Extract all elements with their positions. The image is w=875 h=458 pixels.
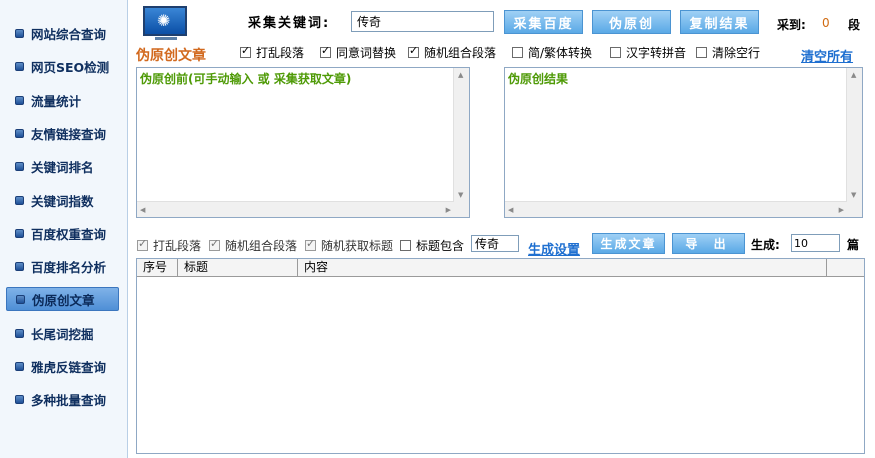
source-article-placeholder: 伪原创前(可手动输入 或 采集获取文章) bbox=[140, 72, 352, 86]
sidebar-item-baidu-weight[interactable]: 百度权重查询 bbox=[6, 221, 119, 245]
checkbox[interactable] bbox=[512, 47, 523, 58]
scroll-down-icon[interactable]: ▼ bbox=[458, 190, 463, 200]
bullet-icon bbox=[15, 28, 24, 38]
bullet-icon bbox=[15, 361, 24, 371]
horizontal-scrollbar[interactable]: ◀ ▶ bbox=[137, 201, 454, 217]
scroll-left-icon[interactable]: ◀ bbox=[508, 205, 513, 215]
gen-option-random-combine[interactable]: 随机组合段落 bbox=[209, 237, 297, 254]
checkbox[interactable] bbox=[696, 47, 707, 58]
sidebar-item-label: 关键词排名 bbox=[31, 159, 94, 175]
bullet-icon bbox=[15, 328, 24, 338]
gen-option-shuffle-paragraphs[interactable]: 打乱段落 bbox=[137, 237, 201, 254]
generate-count-unit: 篇 bbox=[847, 238, 860, 252]
sidebar-item-label: 关键词指数 bbox=[31, 193, 94, 209]
checkbox[interactable] bbox=[240, 44, 251, 58]
section-title: 伪原创文章 bbox=[136, 48, 206, 64]
option-traditional-convert[interactable]: 简/繁体转换 bbox=[512, 44, 592, 61]
checkbox[interactable] bbox=[305, 237, 316, 251]
collect-baidu-button[interactable]: 采集百度 bbox=[504, 10, 583, 34]
main-panel: ✺ 采集关键词: 采集百度 伪原创 复制结果 采到: 0 段 伪原创文章 打乱段… bbox=[128, 0, 875, 458]
bullet-icon bbox=[15, 95, 24, 105]
keyword-input[interactable] bbox=[351, 11, 494, 32]
sidebar-item-site-overview[interactable]: 网站综合查询 bbox=[6, 21, 119, 45]
bullet-icon bbox=[15, 128, 24, 138]
option-shuffle-paragraphs[interactable]: 打乱段落 bbox=[240, 44, 304, 61]
scroll-right-icon[interactable]: ▶ bbox=[839, 205, 844, 215]
title-contains-input[interactable] bbox=[471, 235, 519, 252]
option-random-combine[interactable]: 随机组合段落 bbox=[408, 44, 496, 61]
scroll-right-icon[interactable]: ▶ bbox=[446, 205, 451, 215]
sidebar-item-friend-links[interactable]: 友情链接查询 bbox=[6, 121, 119, 145]
sidebar-item-pseudo-article[interactable]: 伪原创文章 bbox=[6, 287, 119, 311]
sidebar-item-label: 网站综合查询 bbox=[31, 26, 107, 42]
sidebar-item-seo-check[interactable]: 网页SEO检测 bbox=[6, 54, 119, 78]
generate-article-button[interactable]: 生成文章 bbox=[592, 233, 665, 254]
result-article-textarea[interactable]: 伪原创结果 ▲ ▼ ◀ ▶ bbox=[504, 67, 863, 218]
column-header-index[interactable]: 序号 bbox=[137, 259, 178, 276]
gen-option-random-title[interactable]: 随机获取标题 bbox=[305, 237, 393, 254]
bullet-icon bbox=[15, 61, 24, 71]
bullet-icon bbox=[15, 261, 24, 271]
vertical-scrollbar[interactable]: ▲ ▼ bbox=[453, 68, 469, 202]
export-button[interactable]: 导 出 bbox=[672, 233, 745, 254]
sidebar-item-label: 流量统计 bbox=[31, 93, 82, 109]
generate-settings-link[interactable]: 生成设置 bbox=[528, 239, 580, 258]
column-header-title[interactable]: 标题 bbox=[178, 259, 298, 276]
clear-all-link[interactable]: 清空所有 bbox=[801, 46, 853, 65]
collected-count: 0 bbox=[822, 16, 830, 30]
scroll-up-icon[interactable]: ▲ bbox=[458, 70, 463, 80]
column-header-content[interactable]: 内容 bbox=[298, 259, 827, 276]
sidebar-item-label: 百度排名分析 bbox=[31, 259, 107, 275]
generate-count-label: 生成: bbox=[751, 238, 780, 252]
generate-count-input[interactable] bbox=[791, 234, 840, 252]
sidebar-item-label: 雅虎反链查询 bbox=[31, 359, 107, 375]
scroll-left-icon[interactable]: ◀ bbox=[140, 205, 145, 215]
bullet-icon bbox=[15, 195, 24, 205]
checkbox[interactable] bbox=[408, 44, 419, 58]
checkbox[interactable] bbox=[137, 237, 148, 251]
sidebar-item-keyword-rank[interactable]: 关键词排名 bbox=[6, 154, 119, 178]
bullet-icon bbox=[16, 294, 25, 304]
monitor-icon: ✺ bbox=[143, 6, 187, 40]
checkbox[interactable] bbox=[400, 240, 411, 251]
bullet-icon bbox=[15, 161, 24, 171]
bullet-icon bbox=[15, 394, 24, 404]
pseudo-original-button[interactable]: 伪原创 bbox=[592, 10, 671, 34]
scroll-up-icon[interactable]: ▲ bbox=[851, 70, 856, 80]
option-synonym-replace[interactable]: 同意词替换 bbox=[320, 44, 396, 61]
sidebar-item-traffic-stats[interactable]: 流量统计 bbox=[6, 88, 119, 112]
horizontal-scrollbar[interactable]: ◀ ▶ bbox=[505, 201, 847, 217]
vertical-scrollbar[interactable]: ▲ ▼ bbox=[846, 68, 862, 202]
sidebar-item-keyword-index[interactable]: 关键词指数 bbox=[6, 188, 119, 212]
sidebar-item-yahoo-backlinks[interactable]: 雅虎反链查询 bbox=[6, 354, 119, 378]
sidebar-item-baidu-rank-analysis[interactable]: 百度排名分析 bbox=[6, 254, 119, 278]
sidebar: 网站综合查询 网页SEO检测 流量统计 友情链接查询 关键词排名 关键词指数 百… bbox=[0, 0, 128, 458]
collected-unit: 段 bbox=[848, 18, 861, 32]
option-pinyin-convert[interactable]: 汉字转拼音 bbox=[610, 44, 686, 61]
sidebar-item-label: 友情链接查询 bbox=[31, 126, 107, 142]
checkbox[interactable] bbox=[209, 237, 220, 251]
table-header: 序号 标题 内容 bbox=[137, 259, 864, 277]
keyword-label: 采集关键词: bbox=[248, 16, 331, 31]
sidebar-item-label: 百度权重查询 bbox=[31, 226, 107, 242]
scroll-down-icon[interactable]: ▼ bbox=[851, 190, 856, 200]
source-article-textarea[interactable]: 伪原创前(可手动输入 或 采集获取文章) ▲ ▼ ◀ ▶ bbox=[136, 67, 470, 218]
copy-result-button[interactable]: 复制结果 bbox=[680, 10, 759, 34]
collected-label: 采到: bbox=[777, 18, 806, 32]
bullet-icon bbox=[15, 228, 24, 238]
checkbox[interactable] bbox=[320, 44, 331, 58]
result-article-placeholder: 伪原创结果 bbox=[508, 72, 569, 86]
option-remove-blank-lines[interactable]: 清除空行 bbox=[696, 44, 760, 61]
result-table[interactable]: 序号 标题 内容 bbox=[136, 258, 865, 454]
sidebar-item-label: 伪原创文章 bbox=[32, 292, 95, 308]
sidebar-item-label: 长尾词挖掘 bbox=[31, 326, 94, 342]
sidebar-item-label: 多种批量查询 bbox=[31, 392, 107, 408]
gen-option-title-contains[interactable]: 标题包含 bbox=[400, 237, 464, 254]
sidebar-item-batch-query[interactable]: 多种批量查询 bbox=[6, 387, 119, 411]
checkbox[interactable] bbox=[610, 47, 621, 58]
sidebar-item-long-tail[interactable]: 长尾词挖掘 bbox=[6, 321, 119, 345]
sidebar-item-label: 网页SEO检测 bbox=[31, 59, 110, 75]
